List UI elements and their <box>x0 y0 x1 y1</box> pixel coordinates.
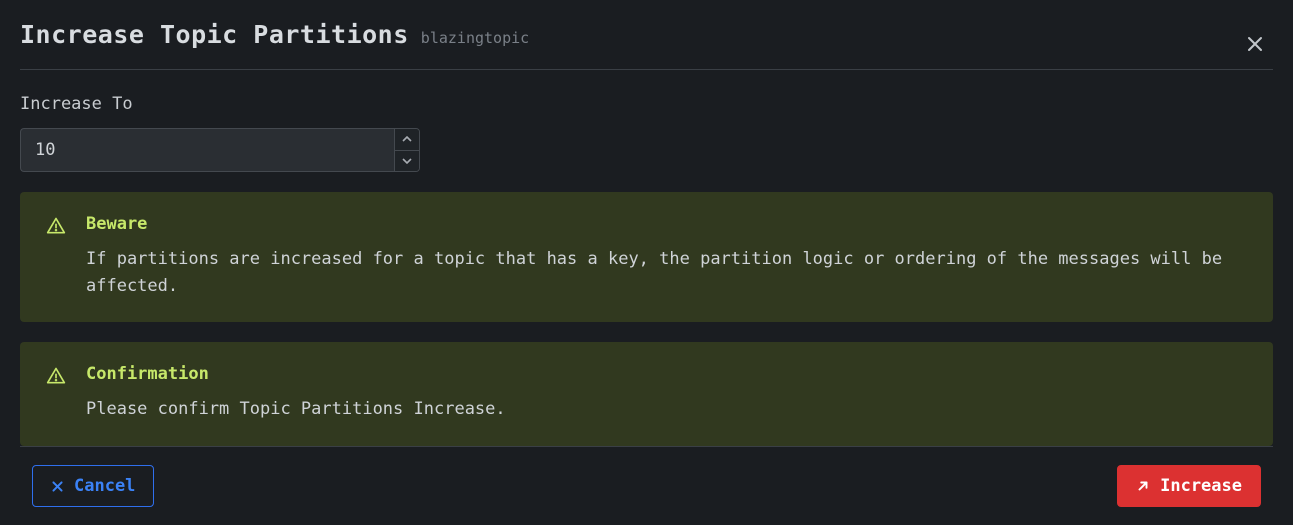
field-label-increase-to: Increase To <box>20 94 1273 114</box>
stepper-up-button[interactable] <box>395 129 419 151</box>
alert-beware: Beware If partitions are increased for a… <box>20 192 1273 322</box>
close-icon <box>51 480 64 493</box>
stepper-buttons <box>394 128 420 172</box>
cancel-button[interactable]: Cancel <box>32 465 154 507</box>
arrow-up-right-icon <box>1136 479 1150 493</box>
alert-title: Confirmation <box>86 364 1247 384</box>
alert-body: Please confirm Topic Partitions Increase… <box>86 396 1247 423</box>
cancel-button-label: Cancel <box>74 476 135 496</box>
dialog-body: Increase To <box>20 70 1273 446</box>
warning-icon <box>46 366 66 386</box>
dialog-title: Increase Topic Partitions <box>20 20 409 49</box>
alert-content: Beware If partitions are increased for a… <box>86 214 1247 300</box>
increase-to-stepper <box>20 128 420 172</box>
dialog-increase-partitions: Increase Topic Partitions blazingtopic I… <box>0 0 1293 525</box>
alert-content: Confirmation Please confirm Topic Partit… <box>86 364 1247 423</box>
close-icon <box>1247 36 1263 52</box>
alert-confirmation: Confirmation Please confirm Topic Partit… <box>20 342 1273 445</box>
dialog-header: Increase Topic Partitions blazingtopic <box>20 20 1273 70</box>
chevron-up-icon <box>402 136 412 142</box>
close-button[interactable] <box>1241 30 1269 58</box>
chevron-down-icon <box>402 158 412 164</box>
stepper-down-button[interactable] <box>395 151 419 172</box>
dialog-topic-name: blazingtopic <box>421 29 529 47</box>
alert-body: If partitions are increased for a topic … <box>86 246 1247 300</box>
increase-button[interactable]: Increase <box>1117 465 1261 507</box>
increase-button-label: Increase <box>1160 476 1242 496</box>
increase-to-input[interactable] <box>20 128 394 172</box>
warning-icon <box>46 216 66 236</box>
alert-title: Beware <box>86 214 1247 234</box>
dialog-footer: Cancel Increase <box>20 446 1273 525</box>
